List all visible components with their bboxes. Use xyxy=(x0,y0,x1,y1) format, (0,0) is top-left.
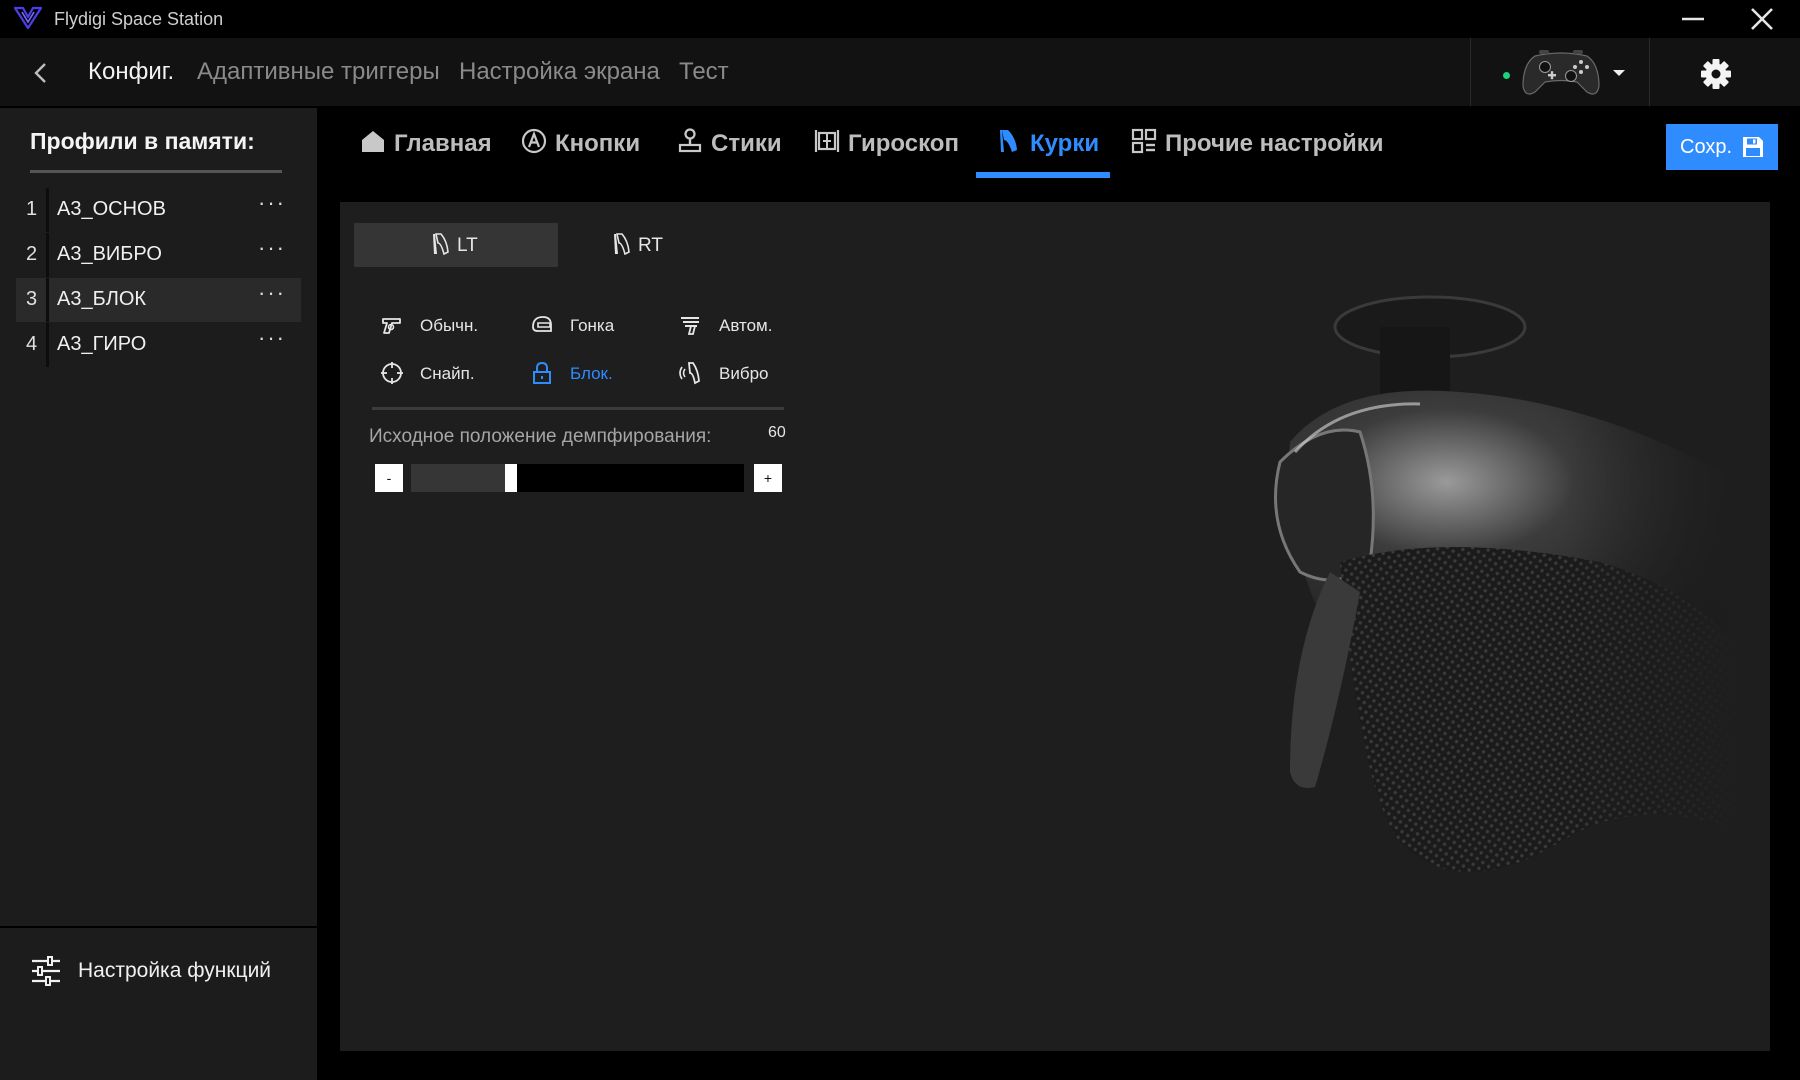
profile-name: A3_ОСНОВ xyxy=(57,198,166,220)
lock-icon xyxy=(530,361,554,385)
minimize-button[interactable] xyxy=(1672,6,1712,32)
gyro-icon xyxy=(814,128,840,154)
gear-icon xyxy=(1701,59,1731,89)
damping-position-value: 60 xyxy=(768,424,786,441)
settings-button[interactable] xyxy=(1696,54,1736,94)
mode-label: Гонка xyxy=(570,316,615,335)
profile-item-2[interactable]: 2 A3_ВИБРО ··· xyxy=(16,233,301,277)
close-icon xyxy=(1751,8,1773,30)
crosshair-icon xyxy=(380,361,404,385)
mode-label: Вибро xyxy=(719,364,769,383)
vibration-icon xyxy=(679,361,703,385)
tab-adaptive-triggers[interactable]: Адаптивные триггеры xyxy=(197,58,440,86)
active-tab-indicator xyxy=(976,172,1110,178)
mode-label: Обычн. xyxy=(420,316,479,335)
damping-increase-button[interactable]: + xyxy=(754,464,782,492)
device-selector[interactable] xyxy=(1470,38,1650,106)
home-icon xyxy=(360,128,386,154)
trigger-tab-rt[interactable]: RT xyxy=(535,223,739,267)
save-button[interactable]: Сохр. xyxy=(1666,124,1778,170)
joystick-icon xyxy=(677,128,703,154)
more-options-icon[interactable]: ··· xyxy=(258,280,286,306)
helmet-icon xyxy=(530,313,554,337)
profile-number: 4 xyxy=(26,333,38,355)
profile-name: A3_ВИБРО xyxy=(57,243,162,265)
mode-label: Автом. xyxy=(719,316,773,335)
save-label: Сохр. xyxy=(1680,136,1733,158)
function-settings-button[interactable]: Настройка функций xyxy=(30,950,290,992)
profile-number: 2 xyxy=(26,243,38,265)
function-settings-label: Настройка функций xyxy=(78,959,272,982)
tab-label: Курки xyxy=(1030,130,1100,157)
profile-number: 3 xyxy=(26,288,38,310)
tab-label: Стики xyxy=(711,130,782,157)
trigger-tab-label: LT xyxy=(457,235,478,256)
profile-name: A3_ГИРО xyxy=(57,333,147,355)
damping-slider[interactable] xyxy=(411,464,744,492)
damping-position-label: Исходное положение демпфирования: xyxy=(369,426,712,447)
gun-icon xyxy=(380,313,404,337)
chevron-down-icon xyxy=(1611,68,1627,78)
back-button[interactable] xyxy=(28,58,54,88)
tab-config[interactable]: Конфиг. xyxy=(88,58,174,86)
profiles-sidebar: Профили в памяти: 1 A3_ОСНОВ ··· 2 A3_ВИ… xyxy=(0,108,317,1080)
mode-label: Снайп. xyxy=(420,364,475,383)
flydigi-logo-icon xyxy=(14,6,42,30)
trigger-settings-panel: LT RT Обычн. Гонка Автом. Снайп. Блок. В… xyxy=(340,202,1770,1051)
profile-item-4[interactable]: 4 A3_ГИРО ··· xyxy=(16,323,301,367)
tab-label: Главная xyxy=(394,130,492,157)
trigger-icon xyxy=(996,128,1022,154)
grid-icon xyxy=(1131,128,1157,154)
close-button[interactable] xyxy=(1740,4,1784,34)
slider-thumb[interactable] xyxy=(505,464,517,492)
chevron-left-icon xyxy=(34,63,46,83)
tab-screen-settings[interactable]: Настройка экрана xyxy=(459,58,660,86)
profile-item-1[interactable]: 1 A3_ОСНОВ ··· xyxy=(16,188,301,232)
connected-dot-icon xyxy=(1503,72,1510,79)
sidebar-title: Профили в памяти: xyxy=(30,128,255,154)
divider xyxy=(46,323,49,367)
more-options-icon[interactable]: ··· xyxy=(258,325,286,351)
tab-label: Прочие настройки xyxy=(1165,130,1384,157)
divider xyxy=(372,407,784,410)
title-bar: Flydigi Space Station xyxy=(0,0,1800,36)
controller-trigger-image xyxy=(1040,232,1740,932)
more-options-icon[interactable]: ··· xyxy=(258,235,286,261)
divider xyxy=(30,170,282,173)
more-options-icon[interactable]: ··· xyxy=(258,190,286,216)
trigger-icon xyxy=(432,233,450,255)
tab-label: Гироскоп xyxy=(848,130,959,157)
tab-label: Кнопки xyxy=(555,130,641,157)
trigger-tab-lt[interactable]: LT xyxy=(354,223,558,267)
button-a-icon xyxy=(521,128,547,154)
divider xyxy=(46,233,49,277)
mode-label: Блок. xyxy=(570,364,613,383)
profile-number: 1 xyxy=(26,198,38,220)
divider xyxy=(46,188,49,232)
tab-test[interactable]: Тест xyxy=(679,58,729,86)
trigger-icon xyxy=(613,233,631,255)
slider-fill xyxy=(411,464,511,492)
controller-icon xyxy=(1521,46,1601,100)
auto-fire-icon xyxy=(679,313,703,337)
sliders-icon xyxy=(30,956,62,986)
app-title: Flydigi Space Station xyxy=(54,9,224,29)
divider xyxy=(0,926,317,928)
floppy-icon xyxy=(1742,136,1764,158)
trigger-tab-label: RT xyxy=(638,235,663,256)
profile-name: A3_БЛОК xyxy=(57,288,147,310)
profile-item-3[interactable]: 3 A3_БЛОК ··· xyxy=(16,278,301,322)
damping-decrease-button[interactable]: - xyxy=(375,464,403,492)
divider xyxy=(46,278,49,322)
top-navigation: Конфиг. Адаптивные триггеры Настройка эк… xyxy=(0,38,1800,106)
